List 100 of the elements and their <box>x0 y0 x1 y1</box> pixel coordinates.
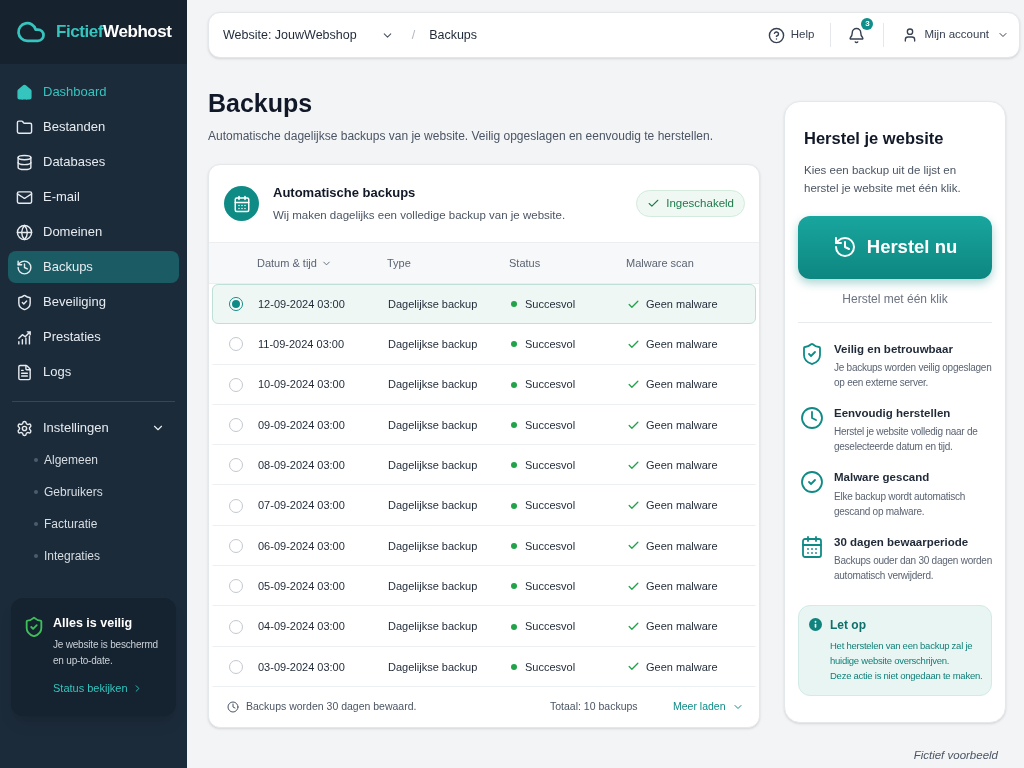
status-cell-text: Succesvol <box>525 578 576 594</box>
status-cell-text: Succesvol <box>525 538 576 554</box>
feature-title: Malware gescand <box>834 470 931 486</box>
table-row[interactable]: 08-09-2024 03:00 Dagelijkse backup Succesvol Geen malware <box>212 445 756 486</box>
button-caption: Herstel met één klik <box>842 290 948 308</box>
page-subtitle: Automatische dagelijkse backups van je website. Veilig opgeslagen en eenvoudig te herstellen. <box>208 128 714 145</box>
malware-scan-cell-text: Geen malware <box>646 578 718 594</box>
backup-total: Totaal: 10 backups <box>550 699 639 715</box>
sub-nav-item[interactable]: Integraties <box>44 547 101 565</box>
radio-button[interactable] <box>229 377 243 392</box>
column-header[interactable]: Malware scan <box>626 254 694 272</box>
card-description: Wij maken dagelijks een volledige backup van je website. <box>273 207 566 223</box>
radio-button[interactable] <box>229 337 243 352</box>
nav-item[interactable]: E-mail <box>8 181 179 213</box>
status-cell-text: Succesvol <box>525 498 576 514</box>
column-header[interactable]: Datum & tijd <box>257 254 332 272</box>
restore-clock-icon <box>832 235 857 260</box>
document-icon <box>16 363 33 381</box>
radio-button[interactable] <box>229 619 243 634</box>
nav-item[interactable]: Dashboard <box>8 76 179 108</box>
nav-item[interactable]: Domeinen <box>8 216 179 248</box>
sub-nav-item[interactable]: Algemeen <box>44 451 99 469</box>
radio-button[interactable] <box>229 538 243 553</box>
footnote: Fictief voorbeeld <box>913 747 999 763</box>
date-time-cell-text: 03-09-2024 03:00 <box>258 659 345 675</box>
folder-icon <box>16 118 33 136</box>
feature-title: Veilig en betrouwbaar <box>834 341 954 357</box>
radio-button[interactable] <box>229 659 243 674</box>
table-row[interactable]: 05-09-2024 03:00 Dagelijkse backup Succesvol Geen malware <box>212 566 756 607</box>
radio-button[interactable] <box>229 498 243 513</box>
website-selector[interactable]: Website: JouwWebshop <box>223 25 394 45</box>
retention-note: Backups worden 30 dagen bewaard. <box>246 699 417 715</box>
date-time-cell-text: 09-09-2024 03:00 <box>258 417 345 433</box>
check-icon <box>647 197 661 210</box>
sub-nav-item[interactable]: Gebruikers <box>44 483 103 501</box>
date-time-cell-text: 06-09-2024 03:00 <box>258 538 345 554</box>
restore-button[interactable]: Herstel nu <box>798 215 992 279</box>
home-icon <box>16 83 33 101</box>
load-more-button[interactable]: Meer laden <box>673 699 744 715</box>
table-row[interactable]: 06-09-2024 03:00 Dagelijkse backup Succesvol Geen malware <box>212 525 756 567</box>
panel-description: Kies een backup uit de lijst en herstel je website met één klik. <box>803 162 962 196</box>
radio-button[interactable] <box>229 418 243 433</box>
status-cell-text: Succesvol <box>525 296 576 312</box>
malware-scan-cell-text: Geen malware <box>646 417 718 433</box>
table-row[interactable]: 03-09-2024 03:00 Dagelijkse backup Succesvol Geen malware <box>212 646 756 687</box>
nav-item[interactable]: Databases <box>8 146 179 178</box>
malware-scan-cell-text: Geen malware <box>646 619 718 635</box>
type-cell-text: Dagelijkse backup <box>388 458 478 474</box>
type-cell-text: Dagelijkse backup <box>388 659 478 675</box>
table-row[interactable]: 10-09-2024 03:00 Dagelijkse backup Succesvol Geen malware <box>212 364 756 405</box>
status-text: Je website is beschermd en up-to-date. <box>53 637 159 668</box>
date-time-cell-text: 12-09-2024 03:00 <box>258 296 345 312</box>
table-row[interactable]: 12-09-2024 03:00 Dagelijkse backup Succesvol Geen malware <box>212 284 756 325</box>
nav-item[interactable]: Backups <box>8 251 179 283</box>
table-row[interactable]: 07-09-2024 03:00 Dagelijkse backup Succesvol Geen malware <box>212 485 756 526</box>
settings-icon <box>16 419 33 437</box>
help-button[interactable]: Help <box>767 26 815 44</box>
restore-clock-icon <box>16 258 33 276</box>
account-menu[interactable]: Mijn account <box>902 26 1009 44</box>
column-header[interactable]: Type <box>387 254 411 272</box>
nav-item[interactable]: Logs <box>8 356 179 388</box>
date-time-cell-text: 07-09-2024 03:00 <box>258 498 345 514</box>
status-cell-text: Succesvol <box>525 377 576 393</box>
malware-scan-cell-text: Geen malware <box>646 377 718 393</box>
column-header[interactable]: Status <box>509 254 541 272</box>
nav-item[interactable]: Bestanden <box>8 111 179 143</box>
type-cell-text: Dagelijkse backup <box>388 578 478 594</box>
nav-item[interactable]: Beveiliging <box>8 286 179 318</box>
date-time-cell-text: 11-09-2024 03:00 <box>258 337 345 353</box>
settings-nav-item[interactable]: Instellingen <box>8 412 179 444</box>
status-cell-text: Succesvol <box>525 337 576 353</box>
date-time-cell-text: 10-09-2024 03:00 <box>258 377 345 393</box>
globe-icon <box>16 223 33 241</box>
status-link[interactable]: Status bekijken <box>53 679 143 697</box>
sub-nav-item[interactable]: Facturatie <box>44 515 98 533</box>
clock-icon <box>800 406 824 430</box>
radio-button[interactable] <box>229 297 243 312</box>
malware-scan-cell-text: Geen malware <box>646 458 718 474</box>
status-cell-text: Succesvol <box>525 417 576 433</box>
logo-wordmark: FictiefWebhost <box>56 21 172 44</box>
malware-scan-cell-text: Geen malware <box>646 538 718 554</box>
check-icon <box>627 620 640 633</box>
table-row[interactable]: 04-09-2024 03:00 Dagelijkse backup Succesvol Geen malware <box>212 606 756 647</box>
feature-text: Elke backup wordt automatisch gescand op malware. <box>834 489 967 519</box>
breadcrumb-separator: / <box>411 26 416 44</box>
radio-button[interactable] <box>229 579 243 594</box>
feature-title: 30 dagen bewaarperiode <box>834 534 970 550</box>
page-title: Backups <box>208 88 314 118</box>
shield-check-icon <box>16 293 33 311</box>
card-title: Automatische backups <box>273 184 417 203</box>
notice-text: Deze actie is niet ongedaan te maken. <box>830 668 984 683</box>
help-icon <box>767 26 785 44</box>
table-row[interactable]: 11-09-2024 03:00 Dagelijkse backup Succesvol Geen malware <box>212 324 756 365</box>
radio-button[interactable] <box>229 458 243 473</box>
type-cell-text: Dagelijkse backup <box>388 377 478 393</box>
table-row[interactable]: 09-09-2024 03:00 Dagelijkse backup Succesvol Geen malware <box>212 404 756 446</box>
malware-scan-cell-text: Geen malware <box>646 659 718 675</box>
nav-item[interactable]: Prestaties <box>8 321 179 353</box>
malware-scan-cell-text: Geen malware <box>646 498 718 514</box>
notification-count: 3 <box>861 18 874 30</box>
